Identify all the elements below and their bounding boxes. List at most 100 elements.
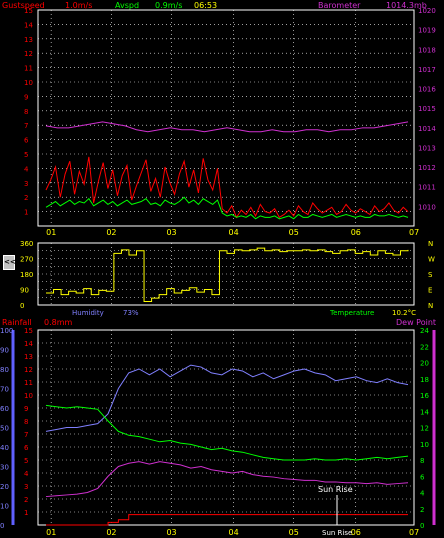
y-humidity-tick: 10 (0, 503, 9, 511)
y-rain-tick: 13 (24, 353, 33, 361)
rain-label: Rainfall (2, 318, 32, 327)
y-humidity-tick: 70 (0, 386, 9, 394)
x-tick-label: 05 (289, 228, 299, 237)
y-left-tick: 7 (24, 122, 28, 130)
y-temp-tick: 12 (420, 425, 429, 433)
compass-label: N (428, 240, 433, 248)
y-humidity-tick: 40 (0, 444, 9, 452)
y-rain-tick: 14 (24, 340, 33, 348)
y-left-tick: 8 (24, 108, 28, 116)
y-left-tick: 3 (24, 180, 28, 188)
y-rain-tick: 12 (24, 366, 33, 374)
y-rain-tick: 5 (24, 457, 28, 465)
gust-value: 1.0m/s (65, 1, 92, 10)
y-humidity-tick: 30 (0, 464, 9, 472)
y-rain-tick: 8 (24, 418, 28, 426)
y-dir-tick: 90 (20, 287, 29, 295)
y-left-tick: 13 (24, 36, 33, 44)
x-tick-label: 03 (166, 528, 176, 537)
y-humidity-tick: 80 (0, 366, 9, 374)
y-left-tick: 14 (24, 21, 33, 29)
compass-label: S (428, 271, 433, 279)
x-tick-label: 02 (106, 528, 116, 537)
y-rain-tick: 3 (24, 483, 28, 491)
y-dir-tick: 180 (20, 271, 33, 279)
y-rain-tick: 6 (24, 444, 29, 452)
y-temp-tick: 6 (420, 473, 425, 481)
x-tick-label: 07 (409, 528, 419, 537)
dew-label: Dew Point (396, 318, 436, 327)
x-tick-label: 01 (46, 528, 56, 537)
humidity-label: Humidity (72, 309, 104, 317)
y-right-tick: 1016 (418, 86, 436, 94)
sunrise-annotation: Sun Rise (318, 485, 353, 494)
y-humidity-tick: 90 (0, 347, 9, 355)
y-right-tick: 1018 (418, 46, 436, 54)
collapse-button[interactable]: << (3, 255, 16, 270)
y-temp-tick: 2 (420, 506, 424, 514)
y-humidity-tick: 50 (0, 425, 9, 433)
y-right-tick: 1017 (418, 66, 436, 74)
x-tick-label: 01 (46, 228, 56, 237)
y-left-tick: 11 (24, 65, 33, 73)
compass-label: E (428, 287, 432, 295)
baro-value: 1014.3mb (386, 1, 427, 10)
x-tick-label: 02 (106, 228, 116, 237)
y-temp-tick: 18 (420, 376, 429, 384)
x-tick-label: 06 (351, 228, 361, 237)
gust-label: Gustspeed (2, 1, 45, 10)
y-left-tick: 12 (24, 50, 33, 58)
sunrise-axis-label: Sun Rise (322, 529, 352, 537)
temperature-label: Temperature (329, 309, 374, 317)
y-right-tick: 1014 (418, 125, 436, 133)
y-left-tick: 10 (24, 79, 33, 87)
time-readout: 06:53 (194, 1, 217, 10)
y-dir-tick: 270 (20, 256, 33, 264)
y-temp-tick: 24 (420, 327, 429, 335)
y-right-tick: 1013 (418, 144, 436, 152)
y-temp-tick: 22 (420, 343, 429, 351)
x-tick-label: 03 (166, 228, 176, 237)
y-humidity-tick: 20 (0, 483, 9, 491)
y-right-tick: 1019 (418, 27, 436, 35)
y-humidity-tick: 0 (0, 522, 4, 530)
y-rain-tick: 10 (24, 392, 33, 400)
y-dir-tick: 360 (20, 240, 33, 248)
y-left-tick: 1 (24, 209, 28, 217)
y-dir-tick: 0 (20, 302, 24, 310)
temperature-value: 10.2°C (392, 309, 416, 317)
y-right-tick: 1012 (418, 164, 436, 172)
compass-label: W (428, 256, 435, 264)
x-tick-label: 05 (289, 528, 299, 537)
y-temp-tick: 8 (420, 457, 424, 465)
y-temp-tick: 20 (420, 360, 429, 368)
y-right-tick: 1015 (418, 105, 436, 113)
humidity-value: 73% (123, 309, 139, 317)
avg-value: 0.9m/s (155, 1, 182, 10)
rain-value: 0.8mm (44, 318, 73, 327)
temperature-humidity-panel (37, 329, 415, 526)
y-left-tick: 9 (24, 93, 28, 101)
y-left-tick: 6 (24, 137, 29, 145)
baro-label: Barometer (318, 1, 361, 10)
x-tick-label: 04 (229, 228, 239, 237)
y-rain-tick: 4 (24, 470, 29, 478)
y-temp-tick: 4 (420, 490, 425, 498)
y-right-tick: 1010 (418, 203, 436, 211)
compass-label: N (428, 302, 433, 310)
y-temp-tick: 10 (420, 441, 429, 449)
y-rain-tick: 7 (24, 431, 28, 439)
y-rain-tick: 15 (24, 327, 33, 335)
y-left-tick: 4 (24, 165, 29, 173)
weather-charts: 01 02 03 04 05 06 07 1234567891011121314151010… (0, 1, 436, 537)
y-rain-tick: 1 (24, 509, 28, 517)
y-rain-tick: 2 (24, 496, 28, 504)
y-rain-tick: 9 (24, 405, 28, 413)
x-tick-label: 07 (409, 228, 419, 237)
avg-label: Avspd (115, 1, 139, 10)
y-left-tick: 5 (24, 151, 28, 159)
wind-speed-panel (37, 9, 415, 227)
y-rain-tick: 11 (24, 379, 33, 387)
y-right-tick: 1011 (418, 184, 436, 192)
y-temp-tick: 14 (420, 408, 429, 416)
